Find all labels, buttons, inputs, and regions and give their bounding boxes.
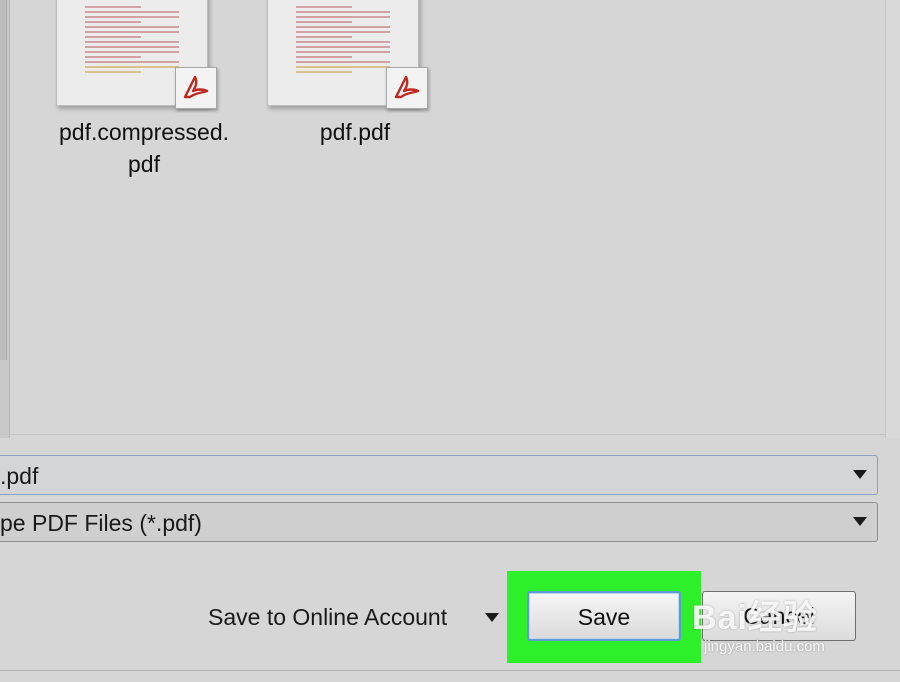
divider bbox=[0, 434, 886, 435]
navigation-pane-scrollbar[interactable] bbox=[0, 0, 10, 438]
file-thumbnail bbox=[56, 0, 217, 109]
file-type-combobox[interactable]: pe PDF Files (*.pdf) bbox=[0, 502, 878, 542]
chevron-down-icon[interactable] bbox=[853, 470, 867, 479]
file-type-value: pe PDF Files (*.pdf) bbox=[0, 510, 202, 536]
save-button[interactable]: Save bbox=[527, 591, 681, 641]
file-name-value[interactable]: .pdf bbox=[0, 463, 38, 490]
chevron-down-icon[interactable] bbox=[853, 517, 867, 526]
right-pane-edge bbox=[885, 0, 900, 438]
file-name-combobox[interactable]: .pdf bbox=[0, 455, 878, 495]
chevron-down-icon[interactable] bbox=[485, 613, 499, 622]
divider bbox=[0, 670, 900, 671]
cancel-button[interactable]: Cancel bbox=[702, 591, 856, 641]
file-list-area: pdf.compressed. pdf pdf.pdf bbox=[10, 0, 886, 434]
save-to-online-account-link[interactable]: Save to Online Account bbox=[208, 604, 447, 631]
file-name-label: pdf.pdf bbox=[319, 119, 391, 145]
pdf-icon bbox=[386, 67, 428, 109]
pdf-icon bbox=[175, 67, 217, 109]
scrollbar-thumb[interactable] bbox=[0, 0, 7, 360]
file-name-label: pdf.compressed. pdf bbox=[58, 119, 230, 177]
file-thumbnail bbox=[267, 0, 428, 109]
